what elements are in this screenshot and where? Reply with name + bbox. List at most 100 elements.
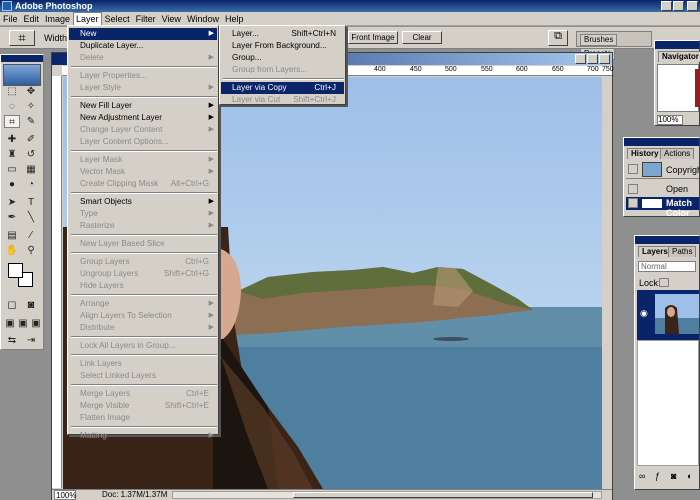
doc-close-button[interactable] bbox=[599, 54, 610, 64]
tab-navigator[interactable]: Navigator bbox=[658, 51, 700, 62]
menu-item-select-linked-layers: Select Linked Layers bbox=[69, 370, 217, 382]
healing-brush-icon[interactable]: ✚ bbox=[4, 133, 20, 146]
clear-button[interactable]: Clear bbox=[402, 31, 442, 44]
app-title: Adobe Photoshop bbox=[15, 1, 93, 11]
menu-item-label: Duplicate Layer... bbox=[80, 41, 144, 50]
menu-filter[interactable]: Filter bbox=[133, 12, 159, 26]
menu-separator bbox=[223, 78, 344, 80]
quick-mask-icon[interactable]: ◙ bbox=[23, 299, 39, 312]
imageready-icon[interactable]: ⇆ bbox=[4, 334, 20, 347]
type-icon[interactable]: T bbox=[23, 196, 39, 209]
screen-mode-full-icon[interactable]: ▣ bbox=[28, 317, 44, 330]
hand-icon[interactable]: ✋ bbox=[4, 244, 20, 257]
navigator-zoom-field[interactable]: 100% bbox=[657, 115, 683, 125]
shape-icon[interactable]: ╲ bbox=[23, 211, 39, 224]
doc-maximize-button[interactable] bbox=[587, 54, 598, 64]
notes-icon[interactable]: ▤ bbox=[4, 229, 20, 242]
menu-item-new[interactable]: New ▶ bbox=[69, 28, 217, 40]
move-icon[interactable]: ✥ bbox=[23, 85, 39, 98]
tab-layers[interactable]: Layers bbox=[638, 246, 672, 257]
menu-item-layer[interactable]: Layer... Shift+Ctrl+N bbox=[221, 28, 344, 40]
menu-view[interactable]: View bbox=[159, 12, 184, 26]
front-image-button[interactable]: Front Image bbox=[348, 31, 398, 44]
clone-stamp-icon[interactable]: ♜ bbox=[4, 148, 20, 161]
menu-item-duplicate-layer[interactable]: Duplicate Layer... bbox=[69, 40, 217, 52]
navigator-view-box[interactable] bbox=[695, 69, 700, 107]
menu-layer[interactable]: Layer bbox=[73, 12, 102, 26]
path-selection-icon[interactable]: ➤ bbox=[4, 196, 20, 209]
doc-minimize-button[interactable] bbox=[575, 54, 586, 64]
history-source-icon[interactable] bbox=[628, 198, 638, 208]
maximize-button[interactable] bbox=[673, 1, 684, 11]
menu-item-new-adjustment-layer[interactable]: New Adjustment Layer ▶ bbox=[69, 112, 217, 124]
menu-help[interactable]: Help bbox=[222, 12, 247, 26]
navigator-preview[interactable] bbox=[657, 64, 700, 112]
menu-item-shortcut: Shift+Ctrl+E bbox=[164, 401, 209, 410]
zoom-icon[interactable]: ⚲ bbox=[23, 244, 39, 257]
photoshop-logo-icon[interactable] bbox=[3, 64, 41, 86]
blend-mode-select[interactable]: Normal bbox=[638, 261, 696, 272]
history-item-selected[interactable]: Match Color bbox=[626, 197, 699, 218]
menu-window[interactable]: Window bbox=[184, 12, 222, 26]
adjustment-layer-icon[interactable]: ◐ bbox=[687, 471, 692, 481]
menu-item-label: New Adjustment Layer bbox=[80, 113, 162, 122]
blur-icon[interactable]: ● bbox=[4, 178, 20, 191]
gradient-icon[interactable]: ▦ bbox=[23, 163, 39, 176]
history-brush-icon[interactable]: ↺ bbox=[23, 148, 39, 161]
palette-toggle-icon[interactable]: ⧉ bbox=[548, 30, 568, 46]
horizontal-scrollbar[interactable] bbox=[172, 491, 602, 499]
tab-paths[interactable]: Paths bbox=[668, 246, 697, 257]
lock-transparency-icon[interactable] bbox=[659, 278, 669, 287]
history-source-icon[interactable] bbox=[628, 184, 638, 194]
menu-item-new-fill-layer[interactable]: New Fill Layer ▶ bbox=[69, 100, 217, 112]
scrollbar-thumb[interactable] bbox=[293, 492, 593, 498]
menu-item-label: Smart Objects bbox=[80, 197, 132, 206]
ruler-mark: 600 bbox=[516, 66, 528, 73]
menu-select[interactable]: Select bbox=[102, 12, 133, 26]
marquee-icon[interactable]: ⬚ bbox=[4, 85, 20, 98]
eye-visibility-icon[interactable]: ◉ bbox=[640, 308, 648, 319]
pen-icon[interactable]: ✒ bbox=[4, 211, 20, 224]
snapshot-source-icon[interactable] bbox=[628, 164, 638, 174]
layer-row-selected[interactable]: ◉ bbox=[637, 290, 699, 340]
document-size-info[interactable]: Doc: 1.37M/1.37M bbox=[102, 490, 167, 500]
brush-icon[interactable]: ✐ bbox=[23, 133, 39, 146]
navigator-panel: Navigator 100% bbox=[654, 40, 700, 126]
slice-icon[interactable]: ✎ bbox=[23, 115, 39, 128]
tab-brushes[interactable]: Brushes bbox=[580, 34, 618, 46]
tab-actions[interactable]: Actions bbox=[660, 148, 695, 159]
crop-tool-preset-icon[interactable]: ⌗ bbox=[9, 30, 35, 46]
menu-item-group[interactable]: Group... bbox=[221, 52, 344, 64]
menu-item-layer-from-background[interactable]: Layer From Background... bbox=[221, 40, 344, 52]
lasso-icon[interactable]: ◌ bbox=[4, 100, 20, 113]
crop-icon[interactable]: ⌗ bbox=[4, 115, 20, 128]
magic-wand-icon[interactable]: ✧ bbox=[23, 100, 39, 113]
tab-history[interactable]: History bbox=[627, 148, 663, 159]
menu-item-layer-via-copy[interactable]: Layer via Copy Ctrl+J bbox=[221, 82, 344, 94]
history-snapshot-row[interactable]: Copyright bbox=[626, 161, 700, 179]
eraser-icon[interactable]: ▭ bbox=[4, 163, 20, 176]
history-item[interactable]: Open bbox=[626, 183, 699, 195]
jump-to-icon[interactable]: ⇥ bbox=[23, 334, 39, 347]
standard-mode-icon[interactable]: ◻ bbox=[4, 299, 20, 312]
menu-separator bbox=[71, 234, 217, 236]
menu-separator bbox=[71, 294, 217, 296]
minimize-button[interactable] bbox=[661, 1, 672, 11]
menu-edit[interactable]: Edit bbox=[21, 12, 43, 26]
link-layers-icon[interactable]: ∞ bbox=[639, 471, 645, 481]
submenu-arrow-icon: ▶ bbox=[208, 312, 214, 319]
menu-item-smart-objects[interactable]: Smart Objects ▶ bbox=[69, 196, 217, 208]
menu-item-layer-content-options: Layer Content Options... bbox=[69, 136, 217, 148]
dodge-icon[interactable]: ◔ bbox=[23, 178, 39, 191]
menu-image[interactable]: Image bbox=[42, 12, 73, 26]
foreground-color-swatch[interactable] bbox=[8, 263, 23, 278]
layer-mask-icon[interactable]: ◙ bbox=[671, 471, 676, 481]
submenu-arrow-icon: ▶ bbox=[208, 168, 214, 175]
menu-item-layer-style: Layer Style ▶ bbox=[69, 82, 217, 94]
close-button[interactable] bbox=[687, 1, 698, 11]
menu-file[interactable]: File bbox=[0, 12, 21, 26]
layer-style-icon[interactable]: ƒ bbox=[655, 471, 660, 481]
zoom-field[interactable]: 100% bbox=[54, 490, 76, 500]
menu-item-label: Flatten Image bbox=[80, 413, 131, 422]
eyedropper-icon[interactable]: ⁄ bbox=[23, 229, 39, 242]
